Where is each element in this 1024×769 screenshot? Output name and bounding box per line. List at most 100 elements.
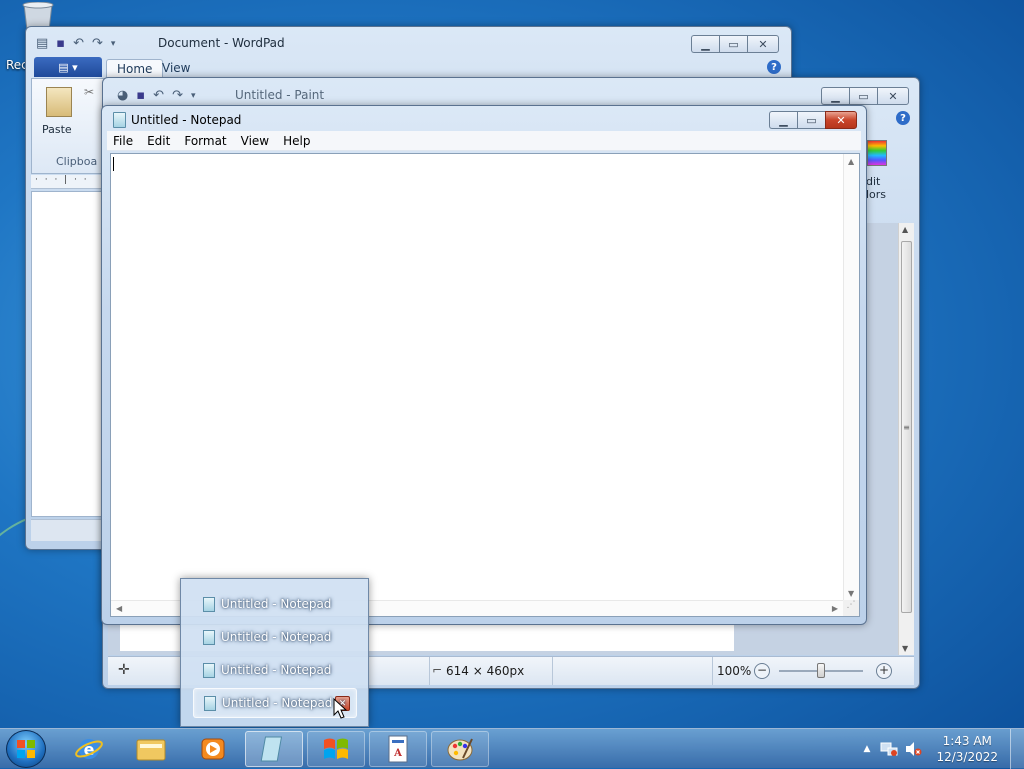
- taskbar-media-player[interactable]: [184, 731, 242, 767]
- taskbar-windows-logo[interactable]: [307, 731, 365, 767]
- clock-date: 12/3/2022: [936, 750, 998, 764]
- window-list-item-label: Untitled - Notepad: [221, 663, 332, 677]
- clipboard-group-label: Clipboa: [56, 155, 98, 168]
- paint-vertical-scrollbar[interactable]: ▲ ≡ ▼: [898, 223, 914, 655]
- notepad-title: Untitled - Notepad: [131, 113, 242, 127]
- paint-icon: [447, 738, 473, 761]
- edit-colors-label[interactable]: dit lors: [866, 175, 886, 201]
- redo-icon[interactable]: ↷: [92, 36, 103, 51]
- wordpad-app-menu-button[interactable]: ▤ ▾: [34, 57, 102, 77]
- undo-icon[interactable]: ↶: [73, 36, 84, 51]
- edit-colors-label-line1: dit: [866, 175, 881, 188]
- folder-icon: [136, 739, 166, 761]
- paint-caption-buttons: ▁ ▭ ✕: [821, 87, 909, 105]
- wordpad-document[interactable]: [31, 191, 106, 517]
- help-icon[interactable]: ?: [767, 60, 781, 74]
- start-button[interactable]: [6, 730, 46, 768]
- paste-label[interactable]: Paste: [42, 123, 72, 136]
- system-tray: ▲ 1:43 AM 12/3/2022: [864, 729, 1024, 769]
- notepad-window[interactable]: Untitled - Notepad ▁ ▭ ✕ File Edit Forma…: [101, 105, 867, 625]
- notepad-icon: [203, 596, 215, 612]
- wordpad-caption-buttons: ▁ ▭ ✕: [691, 35, 779, 53]
- maximize-button[interactable]: ▭: [719, 35, 747, 53]
- paint-quick-access: ◕ ▪ ↶ ↷ ▾: [117, 88, 196, 103]
- customize-qa-icon[interactable]: ▾: [111, 39, 116, 49]
- scroll-down-icon[interactable]: ▼: [848, 589, 854, 598]
- windows-flag-icon: [324, 738, 348, 759]
- media-player-icon: [201, 738, 225, 760]
- maximize-button[interactable]: ▭: [797, 111, 825, 129]
- close-button[interactable]: ✕: [877, 87, 909, 105]
- wordpad-icon: A: [388, 735, 408, 763]
- clock[interactable]: 1:43 AM 12/3/2022: [936, 733, 998, 765]
- taskbar-paint[interactable]: [431, 731, 489, 767]
- edit-colors-icon[interactable]: [867, 140, 887, 166]
- status-divider: [429, 657, 430, 685]
- wordpad-status-bar: [31, 519, 106, 541]
- scroll-up-icon[interactable]: ▲: [902, 225, 908, 234]
- paint-app-icon: ◕: [117, 88, 129, 103]
- window-list-item[interactable]: Untitled - Notepad: [193, 589, 357, 619]
- status-divider: [552, 657, 553, 685]
- network-icon[interactable]: [880, 741, 898, 757]
- scroll-thumb[interactable]: ≡: [901, 241, 912, 613]
- svg-text:A: A: [393, 748, 402, 759]
- minimize-button[interactable]: ▁: [769, 111, 797, 129]
- paint-title: Untitled - Paint: [235, 88, 325, 102]
- notepad-icon: [260, 736, 283, 762]
- notepad-icon: [203, 629, 215, 645]
- zoom-slider-thumb[interactable]: [817, 663, 825, 678]
- windows-logo-icon: [17, 740, 35, 758]
- close-button[interactable]: ✕: [747, 35, 779, 53]
- menu-format[interactable]: Format: [178, 134, 232, 148]
- text-caret: [113, 157, 114, 171]
- maximize-button[interactable]: ▭: [849, 87, 877, 105]
- customize-qa-icon[interactable]: ▾: [191, 91, 196, 101]
- minimize-button[interactable]: ▁: [821, 87, 849, 105]
- menu-file[interactable]: File: [107, 134, 139, 148]
- taskbar-notepad[interactable]: [245, 731, 303, 767]
- notepad-menu-bar: File Edit Format View Help: [107, 131, 861, 151]
- ruler: · · · | · ·: [31, 175, 111, 189]
- menu-help[interactable]: Help: [277, 134, 316, 148]
- undo-icon[interactable]: ↶: [153, 88, 164, 103]
- scroll-right-icon[interactable]: ▶: [832, 604, 838, 613]
- menu-view[interactable]: View: [235, 134, 275, 148]
- minimize-button[interactable]: ▁: [691, 35, 719, 53]
- notepad-text-area[interactable]: ▲ ▼ ◀ ▶ ⋰: [110, 153, 860, 617]
- wordpad-quick-access: ▤ ▪ ↶ ↷ ▾: [36, 36, 115, 51]
- canvas-size-icon: ⌐: [432, 663, 443, 677]
- window-list-item[interactable]: Untitled - Notepad: [193, 622, 357, 652]
- save-icon[interactable]: ▪: [136, 88, 145, 103]
- taskbar: e A ▲ 1:43 AM 12/3/2022: [0, 728, 1024, 769]
- show-desktop-button[interactable]: [1010, 729, 1024, 769]
- wordpad-app-icon: ▤: [36, 36, 49, 51]
- notepad-icon: [203, 662, 215, 678]
- cut-icon[interactable]: ✂: [84, 85, 94, 99]
- window-list-item[interactable]: Untitled - Notepad: [193, 655, 357, 685]
- save-icon[interactable]: ▪: [56, 36, 65, 51]
- close-button[interactable]: ✕: [825, 111, 857, 129]
- show-hidden-icons-icon[interactable]: ▲: [864, 744, 871, 754]
- zoom-out-icon[interactable]: −: [754, 663, 770, 679]
- size-grip-icon[interactable]: ⋰: [843, 600, 859, 616]
- notepad-vertical-scrollbar[interactable]: ▲ ▼: [843, 154, 859, 601]
- tab-view[interactable]: View: [152, 59, 200, 79]
- paste-icon[interactable]: [46, 87, 72, 117]
- taskbar-internet-explorer[interactable]: e: [60, 731, 118, 767]
- zoom-level: 100%: [717, 664, 752, 678]
- internet-explorer-icon: e: [75, 739, 103, 759]
- zoom-in-icon[interactable]: +: [876, 663, 892, 679]
- scroll-left-icon[interactable]: ◀: [116, 604, 122, 613]
- taskbar-explorer[interactable]: [122, 731, 180, 767]
- scroll-down-icon[interactable]: ▼: [902, 644, 908, 653]
- taskbar-wordpad[interactable]: A: [369, 731, 427, 767]
- redo-icon[interactable]: ↷: [172, 88, 183, 103]
- status-divider: [712, 657, 713, 685]
- menu-edit[interactable]: Edit: [141, 134, 176, 148]
- notepad-app-icon: [113, 112, 126, 128]
- scroll-up-icon[interactable]: ▲: [848, 157, 854, 166]
- window-list-item-label: Untitled - Notepad: [222, 696, 333, 710]
- help-icon[interactable]: ?: [896, 111, 910, 125]
- volume-muted-icon[interactable]: [904, 741, 922, 757]
